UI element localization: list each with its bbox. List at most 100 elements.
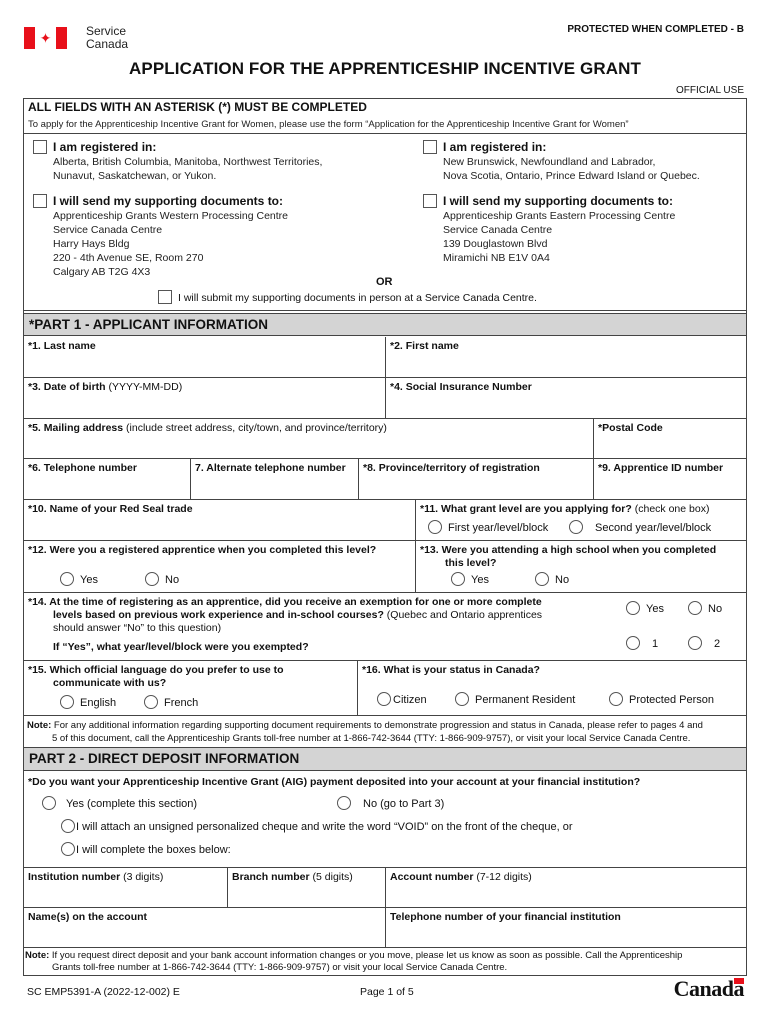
women-form-notice: To apply for the Apprenticeship Incentiv… [28, 119, 629, 130]
citizen-option[interactable]: Citizen [377, 692, 427, 707]
province-registration-field[interactable]: *8. Province/territory of registration [359, 459, 594, 499]
q14-yes-radio[interactable] [626, 601, 640, 616]
void-cheque-radio[interactable] [61, 819, 75, 834]
form-title: APPLICATION FOR THE APPRENTICESHIP INCEN… [129, 59, 641, 78]
q14-level1-option[interactable]: 1 [626, 636, 658, 651]
form-frame: ALL FIELDS WITH AN ASTERISK (*) MUST BE … [23, 98, 747, 976]
q12-yes-option[interactable]: Yes [60, 572, 98, 587]
first-level-radio[interactable] [428, 520, 442, 535]
complete-boxes-radio[interactable] [61, 842, 75, 857]
exemption-row: *14. At the time of registering as an ap… [24, 593, 746, 661]
complete-boxes-option[interactable]: I will complete the boxes below: [61, 842, 231, 857]
east-registered-checkbox[interactable] [423, 140, 437, 155]
bank-numbers-row: Institution number (3 digits) Branch num… [24, 868, 746, 908]
account-names-field[interactable]: Name(s) on the account [24, 908, 386, 947]
part2-header: PART 2 - DIRECT DEPOSIT INFORMATION [24, 748, 746, 771]
required-notice: ALL FIELDS WITH AN ASTERISK (*) MUST BE … [28, 100, 367, 114]
in-person-checkbox[interactable] [158, 290, 172, 305]
registered-apprentice-group: *12. Were you a registered apprentice wh… [24, 541, 416, 592]
west-registered-checkbox[interactable] [33, 140, 47, 155]
q13-no-radio[interactable] [535, 572, 549, 587]
east-send-option[interactable]: I will send my supporting documents to: [423, 194, 673, 209]
second-level-radio[interactable] [569, 520, 583, 535]
wordmark-flag-icon [734, 978, 744, 984]
in-person-option[interactable]: I will submit my supporting documents in… [158, 290, 537, 305]
q13-no-option[interactable]: No [535, 572, 569, 587]
citizen-radio[interactable] [377, 692, 391, 707]
q12-no-option[interactable]: No [145, 572, 179, 587]
apprentice-highschool-row: *12. Were you a registered apprentice wh… [24, 541, 746, 593]
direct-deposit-question: *Do you want your Apprenticeship Incenti… [24, 771, 746, 868]
q14-level2-option[interactable]: 2 [688, 636, 720, 651]
trade-grant-row: *10. Name of your Red Seal trade *11. Wh… [24, 500, 746, 541]
institution-number-field[interactable]: Institution number (3 digits) [24, 868, 228, 907]
last-name-field[interactable]: *1. Last name [24, 337, 386, 377]
dob-sin-row: *3. Date of birth (YYYY-MM-DD) *4. Socia… [24, 378, 746, 419]
form-code: SC EMP5391-A (2022-12-002) E [27, 986, 180, 998]
institution-phone-field[interactable]: Telephone number of your financial insti… [386, 908, 746, 947]
deposit-yes-option[interactable]: Yes (complete this section) [42, 796, 197, 811]
processing-centres: I am registered in: Alberta, British Col… [24, 134, 746, 311]
west-send-checkbox[interactable] [33, 194, 47, 209]
east-send-checkbox[interactable] [423, 194, 437, 209]
status-group: *16. What is your status in Canada? Citi… [362, 664, 714, 707]
branch-number-field[interactable]: Branch number (5 digits) [228, 868, 386, 907]
permanent-resident-option[interactable]: Permanent Resident [455, 692, 575, 707]
grant-level-group: *11. What grant level are you applying f… [420, 503, 712, 535]
high-school-group: *13. Were you attending a high school wh… [420, 544, 717, 587]
east-address: Apprenticeship Grants Eastern Processing… [443, 210, 676, 264]
exemption-followup: If “Yes”, what year/level/block were you… [53, 641, 309, 653]
part1-header: *PART 1 - APPLICANT INFORMATION [24, 313, 746, 336]
french-option[interactable]: French [144, 695, 198, 710]
english-radio[interactable] [60, 695, 74, 710]
protected-person-radio[interactable] [609, 692, 623, 707]
void-cheque-option[interactable]: I will attach an unsigned personalized c… [61, 819, 573, 834]
canada-wordmark-icon: Canada [673, 976, 745, 1001]
west-address: Apprenticeship Grants Western Processing… [53, 210, 288, 278]
mailing-address-field[interactable]: *5. Mailing address (include street addr… [24, 419, 594, 458]
q14-no-radio[interactable] [688, 601, 702, 616]
date-of-birth-field[interactable]: *3. Date of birth (YYYY-MM-DD) [24, 378, 386, 418]
canada-flag-icon: ✦ [24, 27, 67, 49]
q12-yes-radio[interactable] [60, 572, 74, 587]
account-number-field[interactable]: Account number (7-12 digits) [386, 868, 746, 907]
first-level-option[interactable]: First year/level/block [428, 520, 548, 535]
account-names-row: Name(s) on the account Telephone number … [24, 908, 746, 948]
west-send-option[interactable]: I will send my supporting documents to: [33, 194, 283, 209]
official-use-label: OFFICIAL USE [676, 85, 744, 96]
name-row: *1. Last name *2. First name [24, 337, 746, 378]
language-group: *15. Which official language do you pref… [24, 661, 358, 715]
part1-note: Note: For any additional information reg… [24, 716, 746, 748]
deposit-yes-radio[interactable] [42, 796, 56, 811]
permanent-resident-radio[interactable] [455, 692, 469, 707]
q13-yes-option[interactable]: Yes [451, 572, 489, 587]
east-provinces: New Brunswick, Newfoundland and Labrador… [443, 156, 700, 182]
language-status-row: *15. Which official language do you pref… [24, 661, 746, 716]
department-name: Service Canada [86, 25, 128, 51]
alternate-telephone-field[interactable]: 7. Alternate telephone number [191, 459, 359, 499]
second-level-option[interactable]: Second year/level/block [569, 520, 711, 535]
apprentice-id-field[interactable]: *9. Apprentice ID number [594, 459, 746, 499]
q14-no-option[interactable]: No [688, 601, 722, 616]
exemption-question: *14. At the time of registering as an ap… [28, 596, 543, 634]
french-radio[interactable] [144, 695, 158, 710]
q12-no-radio[interactable] [145, 572, 159, 587]
english-option[interactable]: English [60, 695, 116, 710]
department-line-2: Canada [86, 37, 129, 51]
east-registered-option[interactable]: I am registered in: [423, 140, 546, 155]
red-seal-trade-field[interactable]: *10. Name of your Red Seal trade [24, 500, 416, 540]
q14-level2-radio[interactable] [688, 636, 702, 651]
q14-level1-radio[interactable] [626, 636, 640, 651]
q13-yes-radio[interactable] [451, 572, 465, 587]
postal-code-field[interactable]: *Postal Code [594, 419, 746, 458]
sin-field[interactable]: *4. Social Insurance Number [386, 378, 746, 418]
first-name-field[interactable]: *2. First name [386, 337, 746, 377]
deposit-no-option[interactable]: No (go to Part 3) [337, 796, 444, 811]
q14-yes-option[interactable]: Yes [626, 601, 664, 616]
west-registered-option[interactable]: I am registered in: [33, 140, 156, 155]
or-label: OR [376, 276, 393, 288]
protected-person-option[interactable]: Protected Person [609, 692, 714, 707]
telephone-field[interactable]: *6. Telephone number [24, 459, 191, 499]
deposit-no-radio[interactable] [337, 796, 351, 811]
phone-row: *6. Telephone number 7. Alternate teleph… [24, 459, 746, 500]
